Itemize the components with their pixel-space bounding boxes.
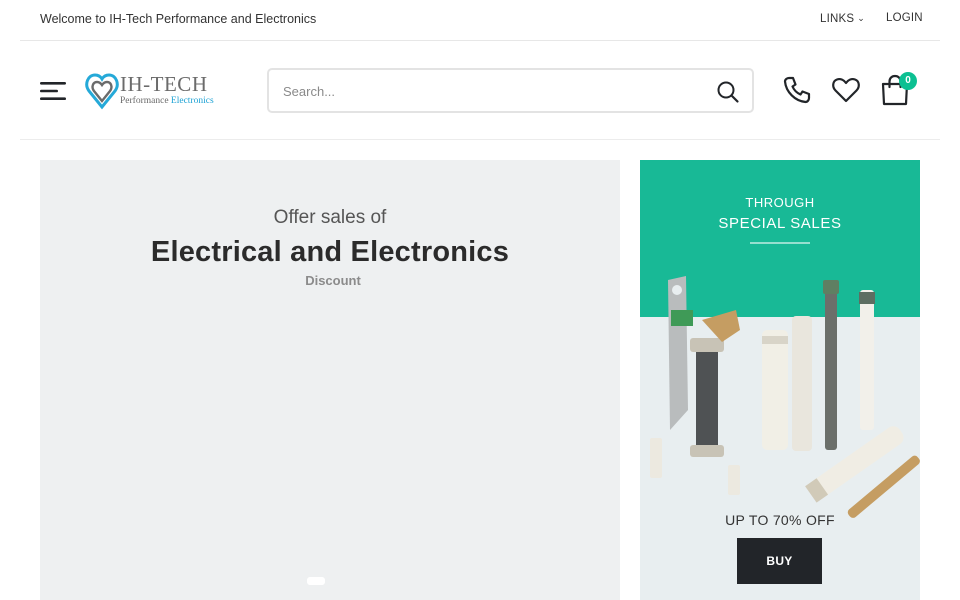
logo-tagline: Performance Electronics	[120, 96, 214, 106]
cart-count-badge: 0	[899, 72, 917, 90]
hero-title: Electrical and Electronics	[150, 236, 510, 268]
welcome-message: Welcome to IH-Tech Performance and Elect…	[40, 12, 317, 26]
promo-title: SPECIAL SALES	[718, 215, 842, 232]
logo-heart-icon	[85, 73, 119, 110]
logo-tagline-part2: Electronics	[170, 96, 214, 106]
top-bar: Welcome to IH-Tech Performance and Elect…	[20, 0, 940, 41]
menu-icon[interactable]	[40, 80, 66, 102]
links-dropdown[interactable]: LINKS ⌄	[820, 13, 865, 25]
search-box	[267, 68, 754, 113]
fuses-product-image	[650, 276, 920, 518]
site-logo[interactable]: IH-TECH Performance Electronics	[84, 69, 234, 113]
main-header: IH-TECH Performance Electronics 0	[20, 41, 940, 140]
chevron-down-icon: ⌄	[857, 13, 865, 23]
logo-tagline-part1: Performance	[120, 96, 169, 106]
search-icon[interactable]	[716, 80, 740, 104]
logo-wordmark: IH-TECH	[120, 72, 208, 96]
promo-offer: UP TO 70% OFF	[725, 512, 835, 528]
phone-icon[interactable]	[782, 75, 812, 105]
hero-note: Discount	[305, 273, 361, 288]
search-input[interactable]	[283, 81, 683, 101]
promo-divider	[750, 242, 810, 244]
hero-slider: Offer sales of Electrical and Electronic…	[40, 160, 620, 600]
heart-icon[interactable]	[831, 76, 861, 104]
buy-button[interactable]: BUY	[737, 538, 822, 584]
slider-dot[interactable]	[307, 577, 325, 585]
hero-subtitle: Offer sales of	[273, 207, 387, 228]
links-label: LINKS	[820, 13, 855, 25]
login-link[interactable]: LOGIN	[886, 12, 923, 24]
promo-banner: THROUGH SPECIAL SALES UP TO 70% OFF BUY	[640, 160, 920, 600]
promo-kicker: THROUGH	[745, 195, 815, 210]
